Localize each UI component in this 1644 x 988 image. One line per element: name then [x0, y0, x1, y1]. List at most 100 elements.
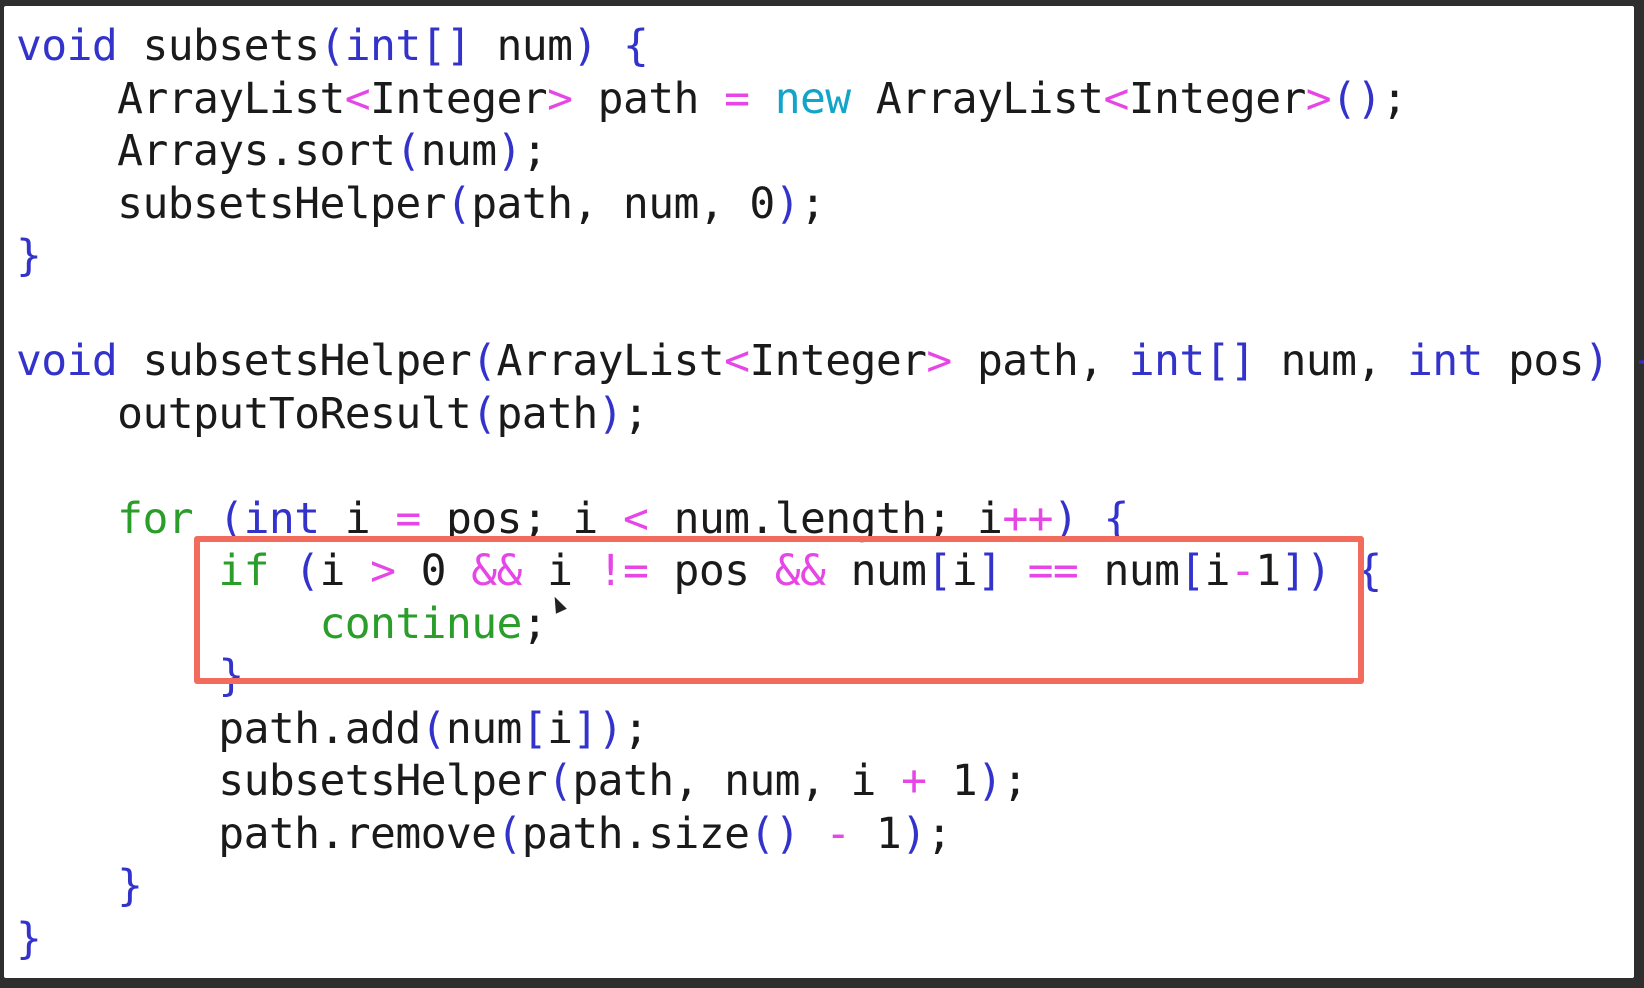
code-slide: void subsets(int[] num) { ArrayList<Inte… — [4, 6, 1644, 978]
code-line: } — [16, 913, 1644, 966]
code-token: int — [344, 21, 421, 71]
code-token: ; — [1381, 73, 1408, 124]
code-token: } — [117, 861, 143, 911]
code-line: subsetsHelper(path, num, i + 1); — [16, 755, 1644, 808]
code-token: () — [749, 808, 800, 859]
code-token: void — [16, 21, 118, 71]
code-block: void subsets(int[] num) { ArrayList<Inte… — [16, 20, 1644, 965]
code-token: ; — [926, 808, 952, 859]
code-token: Integer — [749, 336, 927, 386]
code-token: ; — [799, 178, 826, 229]
code-token: [ — [521, 703, 548, 754]
code-token: Integer — [1128, 73, 1307, 124]
code-token: num — [445, 703, 522, 754]
code-token: path.size — [521, 808, 750, 859]
code-token: ; — [622, 703, 649, 754]
code-token: ; — [521, 126, 548, 176]
code-token: ( — [395, 126, 421, 176]
code-token: ( — [420, 703, 447, 754]
code-token: } — [16, 913, 42, 964]
code-token: ) — [976, 756, 1003, 806]
code-token: ) — [597, 388, 624, 439]
code-token: subsetsHelper — [16, 756, 548, 806]
code-token: } — [16, 231, 42, 281]
code-token: pos — [1482, 336, 1584, 386]
code-token: ( — [445, 178, 472, 229]
code-token: ( — [319, 21, 345, 71]
code-token: ArrayList — [850, 73, 1104, 124]
code-token: ) — [901, 808, 927, 859]
code-token: subsetsHelper — [16, 178, 446, 229]
code-token: ArrayList — [496, 336, 725, 386]
code-token: ]) — [572, 703, 623, 754]
code-token: < — [1103, 73, 1129, 124]
code-token: path — [496, 388, 598, 439]
code-token: path, num, 0 — [471, 178, 775, 229]
code-line: outputToResult(path); — [16, 388, 1644, 441]
code-token: > — [547, 73, 573, 124]
code-token: ( — [547, 756, 573, 806]
code-token: ) — [774, 178, 801, 229]
code-token: void — [16, 336, 118, 386]
code-line: subsetsHelper(path, num, 0); — [16, 178, 1644, 231]
code-line: } — [16, 230, 1644, 283]
code-line: ArrayList<Integer> path = new ArrayList<… — [16, 73, 1644, 126]
code-token: 1 — [850, 808, 902, 859]
code-line: void subsets(int[] num) { — [16, 20, 1644, 73]
code-token: 1 — [926, 756, 978, 806]
code-token: < — [724, 336, 750, 386]
code-token: - — [825, 808, 851, 859]
code-token: path — [572, 73, 725, 124]
code-line: path.add(num[i]); — [16, 703, 1644, 756]
code-token: i — [547, 703, 573, 754]
code-token: subsetsHelper — [117, 336, 472, 386]
code-token: [] — [420, 21, 472, 71]
screen-frame: void subsets(int[] num) { ArrayList<Inte… — [0, 0, 1644, 988]
code-token: num, — [1255, 336, 1407, 386]
code-token: path.remove — [16, 808, 497, 859]
code-token: > — [1305, 73, 1332, 124]
code-token: ; — [1002, 756, 1028, 806]
code-token: ) — [496, 126, 523, 176]
code-token: ArrayList — [16, 73, 345, 124]
code-token: path, — [951, 336, 1129, 386]
code-token: subsets — [117, 21, 320, 71]
code-token: ( — [471, 388, 497, 439]
code-line: } — [16, 860, 1644, 913]
code-token: + — [901, 756, 927, 806]
code-line: path.remove(path.size() - 1); — [16, 808, 1644, 861]
code-token: Integer — [370, 73, 548, 124]
code-token: { — [597, 21, 649, 71]
code-token: Arrays.sort — [16, 126, 396, 176]
highlight-box — [194, 536, 1364, 684]
code-token: ( — [471, 336, 497, 386]
code-token: = — [724, 73, 750, 124]
code-line: Arrays.sort(num); — [16, 125, 1644, 178]
code-token: num — [471, 21, 573, 71]
code-token: outputToResult — [16, 388, 472, 439]
code-token: [] — [1204, 336, 1256, 386]
code-token: { — [1609, 336, 1644, 386]
code-token: < — [344, 73, 371, 124]
code-token: new — [774, 73, 851, 124]
code-token: num — [420, 126, 497, 176]
code-token: ) — [1583, 336, 1610, 386]
code-token: ; — [622, 388, 649, 439]
code-token: int — [1128, 336, 1205, 386]
code-token: () — [1331, 73, 1382, 124]
code-token: int — [1406, 336, 1483, 386]
code-token: > — [926, 336, 952, 386]
code-token: path, num, i — [572, 756, 902, 806]
code-token: path.add — [16, 703, 421, 754]
code-line: void subsetsHelper(ArrayList<Integer> pa… — [16, 335, 1644, 388]
code-token: ( — [496, 808, 522, 859]
code-token: for — [117, 493, 194, 544]
